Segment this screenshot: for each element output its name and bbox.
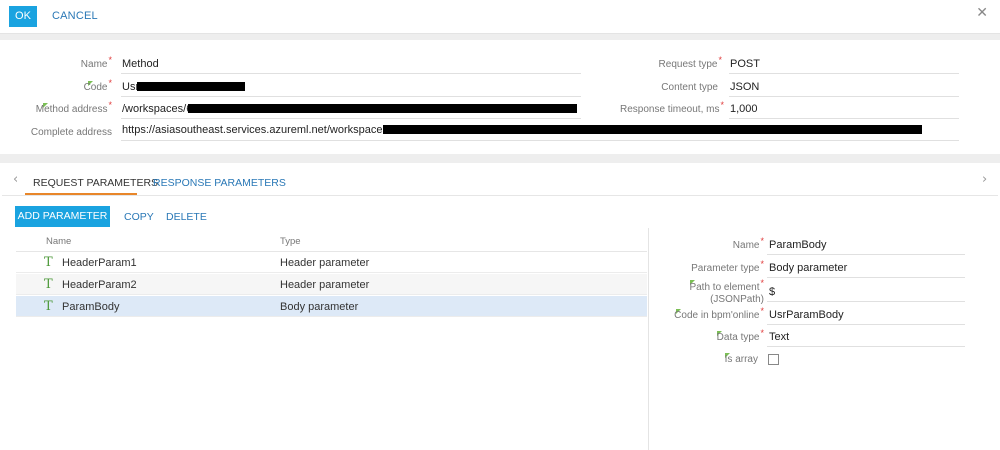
redaction-block — [137, 82, 245, 91]
text-type-icon: T — [44, 255, 53, 270]
name-field[interactable]: Method — [122, 58, 159, 70]
table-row[interactable]: T HeaderParam2 Header parameter — [16, 274, 647, 295]
method-address-field[interactable]: /workspaces/64 — [122, 103, 198, 115]
row-type: Header parameter — [280, 257, 370, 269]
data-type-field[interactable]: Text — [769, 331, 789, 343]
parameter-type-label: Parameter type* — [691, 259, 764, 274]
ok-button[interactable]: OK — [9, 6, 37, 27]
column-header-type[interactable]: Type — [280, 236, 301, 247]
text-type-icon: T — [44, 299, 53, 314]
method-address-label: Method address* — [35, 100, 112, 115]
is-array-checkbox[interactable] — [768, 354, 779, 365]
table-row[interactable]: T HeaderParam1 Header parameter — [16, 252, 647, 273]
is-array-label: Is array — [724, 354, 758, 365]
row-name: ParamBody — [62, 301, 120, 313]
request-type-label: Request type* — [658, 55, 722, 70]
content-type-field[interactable]: JSON — [730, 81, 759, 93]
detail-name-field[interactable]: ParamBody — [769, 239, 826, 251]
path-to-element-field[interactable]: $ — [769, 286, 775, 298]
response-timeout-label: Response timeout, ms* — [619, 100, 724, 115]
active-tab-indicator — [25, 193, 137, 195]
delete-button[interactable]: DELETE — [166, 211, 207, 223]
code-in-bpmonline-label: Code in bpm'online* — [674, 306, 764, 321]
complete-address-field: https://asiasoutheast.services.azureml.n… — [122, 124, 419, 136]
table-row-selected[interactable]: T ParamBody Body parameter — [16, 296, 647, 317]
detail-name-label: Name* — [732, 236, 764, 251]
row-name: HeaderParam2 — [62, 279, 137, 291]
column-header-name[interactable]: Name — [46, 236, 71, 247]
panel-divider — [648, 228, 649, 450]
code-in-bpmonline-field[interactable]: UsrParamBody — [769, 309, 844, 321]
row-name: HeaderParam1 — [62, 257, 137, 269]
redaction-block — [383, 125, 922, 134]
row-type: Header parameter — [280, 279, 370, 291]
content-type-label: Content type — [661, 82, 718, 93]
text-type-icon: T — [44, 277, 53, 292]
path-to-element-label: Path to element* (JSONPath) — [689, 278, 764, 305]
code-label: Code* — [83, 78, 112, 93]
data-type-label: Data type* — [716, 328, 764, 343]
section-gap — [0, 154, 1000, 163]
response-timeout-field[interactable]: 1,000 — [730, 103, 758, 115]
tab-request-parameters[interactable]: REQUEST PARAMETERS — [33, 177, 158, 189]
top-toolbar: OK CANCEL ✕ — [0, 0, 1000, 34]
chevron-left-icon[interactable]: ‹ — [13, 172, 18, 187]
cancel-button[interactable]: CANCEL — [52, 10, 98, 22]
redaction-block — [188, 104, 577, 113]
tab-response-parameters[interactable]: RESPONSE PARAMETERS — [153, 177, 286, 189]
chevron-right-icon[interactable]: › — [982, 172, 987, 187]
tabs-bar: ‹ REQUEST PARAMETERS RESPONSE PARAMETERS… — [2, 163, 998, 196]
complete-address-label: Complete address — [30, 127, 112, 138]
row-type: Body parameter — [280, 301, 359, 313]
request-type-field[interactable]: POST — [730, 58, 760, 70]
name-label: Name* — [80, 55, 112, 70]
copy-button[interactable]: COPY — [124, 211, 154, 223]
add-parameter-button[interactable]: ADD PARAMETER — [15, 206, 110, 227]
close-icon[interactable]: ✕ — [976, 5, 988, 21]
parameter-type-field[interactable]: Body parameter — [769, 262, 847, 274]
